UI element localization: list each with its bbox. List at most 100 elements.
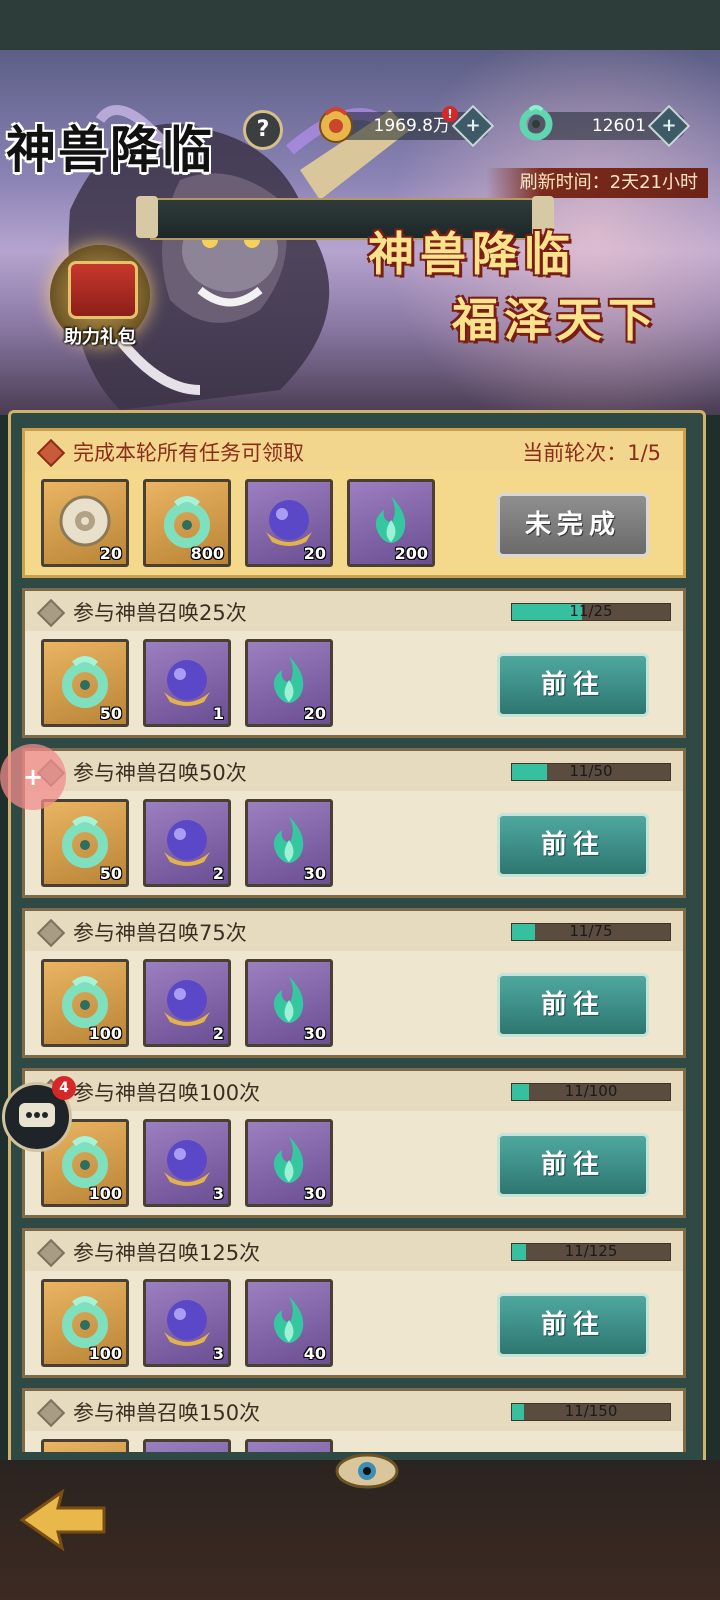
reward-item[interactable]: 20 <box>245 639 333 727</box>
jade-dragon-icon <box>56 812 114 870</box>
reward-quantity: 2 <box>212 1024 224 1043</box>
reward-item[interactable]: 3 <box>143 1119 231 1207</box>
jade-dragon-icon <box>56 652 114 710</box>
reward-quantity: 20 <box>99 544 122 563</box>
coin-alert-badge: ! <box>442 106 458 122</box>
refresh-timer: 刷新时间：2天21小时 <box>485 168 708 198</box>
reward-item[interactable]: 2 <box>143 959 231 1047</box>
slogan-line-2: 福泽天下 <box>452 293 660 347</box>
reward-item[interactable]: 30 <box>245 1119 333 1207</box>
progress-bar: 11/25 <box>511 602 671 621</box>
progress-text: 11/75 <box>569 922 613 940</box>
jade-dragon-icon <box>519 105 553 141</box>
reward-quantity: 30 <box>303 1024 326 1043</box>
reward-item[interactable]: 800 <box>143 479 231 567</box>
purple-orb-icon <box>158 1292 216 1350</box>
reward-item[interactable]: 3 <box>143 1279 231 1367</box>
reward-quantity: 100 <box>88 1184 122 1203</box>
reward-quantity: 50 <box>99 864 122 883</box>
green-flame-icon <box>362 492 420 550</box>
jade-dragon-icon <box>56 1292 114 1350</box>
treasure-chest-icon <box>68 261 138 319</box>
reward-item[interactable]: 20 <box>245 479 333 567</box>
reward-item[interactable]: 100 <box>41 1279 129 1367</box>
reward-quantity: 1 <box>212 704 224 723</box>
reward-quantity: 2 <box>212 864 224 883</box>
green-flame-icon <box>260 812 318 870</box>
task-list[interactable]: 完成本轮所有任务可领取 当前轮次：1/5 20 800 20 200 未完成参与神兽召唤25… <box>22 428 686 1452</box>
purple-orb-icon <box>158 972 216 1030</box>
reward-quantity: 200 <box>394 544 428 563</box>
page-title: 神兽降临 <box>6 120 214 179</box>
reward-item[interactable]: 30 <box>245 799 333 887</box>
go-button[interactable]: 前往 <box>497 1293 649 1357</box>
task-title: 参与神兽召唤75次 <box>73 921 247 945</box>
progress-bar: 11/100 <box>511 1082 671 1101</box>
reward-item[interactable]: 50 <box>41 799 129 887</box>
help-button[interactable]: ? <box>243 110 283 150</box>
task-title: 参与神兽召唤125次 <box>73 1241 261 1265</box>
go-button[interactable]: 前往 <box>497 1133 649 1197</box>
progress-text: 11/150 <box>564 1402 618 1420</box>
reward-quantity: 3 <box>212 1344 224 1363</box>
gamepad-icon: + <box>22 763 44 791</box>
reward-quantity: 3 <box>212 1184 224 1203</box>
go-button[interactable]: 前往 <box>497 973 649 1037</box>
reward-item[interactable] <box>143 1439 231 1452</box>
task-title: 参与神兽召唤100次 <box>73 1081 261 1105</box>
reward-quantity: 40 <box>303 1344 326 1363</box>
go-button[interactable]: 前往 <box>497 653 649 717</box>
round-indicator: 当前轮次：1/5 <box>522 441 661 465</box>
progress-bar: 11/150 <box>511 1402 671 1421</box>
chat-badge: 4 <box>52 1076 76 1100</box>
progress-bar: 11/75 <box>511 922 671 941</box>
green-flame-icon <box>260 652 318 710</box>
task-card: 参与神兽召唤100次 11/100 100 3 30 前往 <box>22 1068 686 1218</box>
reward-quantity: 100 <box>88 1344 122 1363</box>
back-arrow-icon[interactable] <box>18 1486 108 1554</box>
task-card: 参与神兽召唤150次11/150前往 <box>22 1388 686 1452</box>
coin-currency: 1969.8万 ! + <box>319 104 495 148</box>
incomplete-button[interactable]: 未完成 <box>497 493 649 557</box>
go-button[interactable]: 前往 <box>497 813 649 877</box>
jade-dragon-icon <box>158 492 216 550</box>
progress-bar: 11/125 <box>511 1242 671 1261</box>
reward-item[interactable]: 200 <box>347 479 435 567</box>
reward-item[interactable]: 2 <box>143 799 231 887</box>
reward-item[interactable]: 50 <box>41 639 129 727</box>
task-title: 完成本轮所有任务可领取 <box>73 441 304 465</box>
progress-text: 11/125 <box>564 1242 618 1260</box>
plus-icon: + <box>661 115 677 136</box>
gift-pack-button[interactable]: 助力礼包 <box>50 245 150 348</box>
reward-quantity: 800 <box>190 544 224 563</box>
task-title: 参与神兽召唤25次 <box>73 601 247 625</box>
reward-quantity: 20 <box>303 704 326 723</box>
task-card: 参与神兽召唤25次 11/25 50 1 20 前往 <box>22 588 686 738</box>
reward-item[interactable]: 20 <box>41 479 129 567</box>
progress-text: 11/100 <box>564 1082 618 1100</box>
green-flame-icon <box>260 972 318 1030</box>
reward-quantity: 30 <box>303 864 326 883</box>
jade-value: 12601 <box>591 116 646 136</box>
reward-item[interactable]: 40 <box>245 1279 333 1367</box>
reward-item[interactable] <box>41 1439 129 1452</box>
jade-currency: 12601 + <box>519 104 691 148</box>
progress-text: 11/25 <box>569 602 613 620</box>
coin-pouch-icon <box>319 107 353 143</box>
status-band <box>0 0 720 50</box>
purple-orb-icon <box>260 492 318 550</box>
reward-item[interactable] <box>245 1439 333 1452</box>
task-card: 参与神兽召唤50次 11/50 50 2 30 前往 <box>22 748 686 898</box>
green-flame-icon <box>260 1132 318 1190</box>
eye-ornament-icon <box>335 1453 399 1489</box>
reward-quantity: 30 <box>303 1184 326 1203</box>
gamepad-float-button[interactable]: + <box>0 744 66 810</box>
task-title: 参与神兽召唤150次 <box>73 1401 261 1425</box>
reward-item[interactable]: 30 <box>245 959 333 1047</box>
progress-text: 11/50 <box>569 762 613 780</box>
reward-item[interactable]: 100 <box>41 959 129 1047</box>
task-card: 参与神兽召唤125次 11/125 100 3 40 前往 <box>22 1228 686 1378</box>
event-banner: 神兽降临 ? 1969.8万 ! + 12601 + 刷新时间：2天21小时 神… <box>0 50 720 415</box>
reward-item[interactable]: 1 <box>143 639 231 727</box>
slogan-line-1: 神兽降临 <box>368 227 576 281</box>
